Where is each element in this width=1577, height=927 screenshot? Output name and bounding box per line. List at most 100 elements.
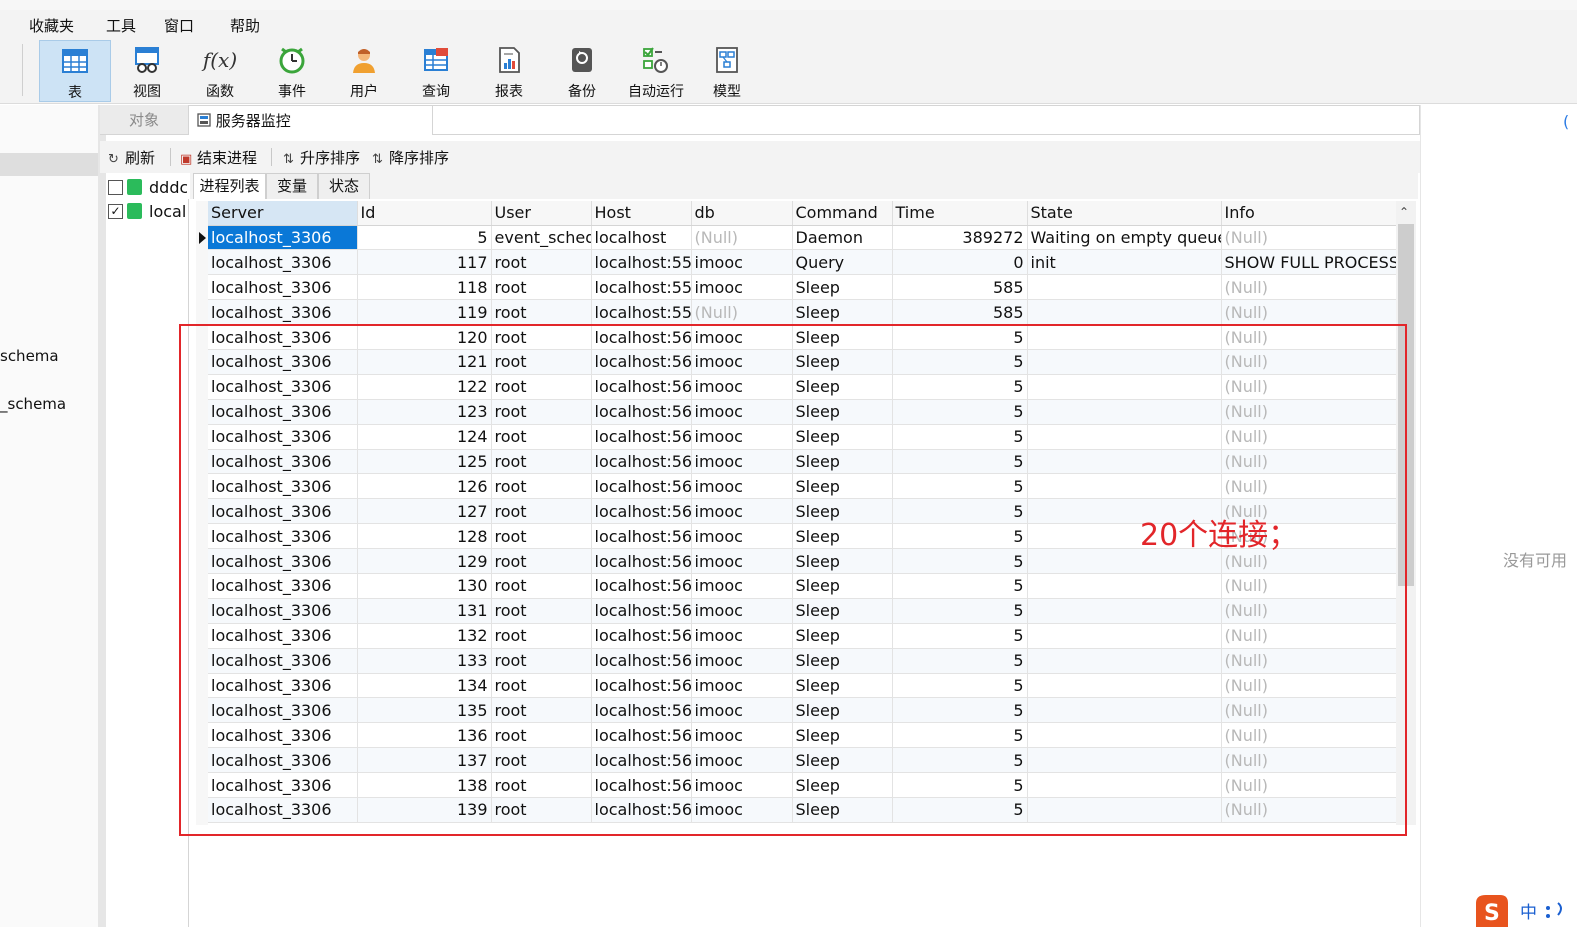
cell-server[interactable]: localhost_3306 <box>208 598 358 624</box>
cell-command[interactable]: Sleep <box>792 349 893 375</box>
cell-command[interactable]: Sleep <box>792 523 893 550</box>
cell-host[interactable]: localhost:569 <box>591 697 692 724</box>
cell-command[interactable]: Sleep <box>792 299 893 326</box>
cell-user[interactable]: root <box>491 623 592 649</box>
query-button[interactable]: 查询 <box>400 40 472 102</box>
cell-server[interactable]: localhost_3306 <box>208 623 358 649</box>
cell-time[interactable]: 5 <box>892 697 1028 724</box>
column-header-state[interactable]: State <box>1027 201 1222 226</box>
cell-user[interactable]: root <box>491 249 592 276</box>
cell-db[interactable]: (Null) <box>691 225 793 251</box>
scrollbar-thumb[interactable] <box>1398 224 1414 586</box>
cell-state[interactable] <box>1027 374 1222 400</box>
cell-db[interactable]: imooc <box>691 249 793 276</box>
cell-host[interactable]: localhost:569 <box>591 449 692 475</box>
cell-host[interactable]: localhost:558 <box>591 274 692 301</box>
cell-host[interactable]: localhost:569 <box>591 498 692 525</box>
cell-db[interactable]: imooc <box>691 548 793 574</box>
cell-info[interactable]: (Null) <box>1221 623 1397 649</box>
cell-server[interactable]: localhost_3306 <box>208 722 358 749</box>
cell-command[interactable]: Sleep <box>792 598 893 624</box>
cell-info[interactable]: (Null) <box>1221 772 1397 798</box>
cell-time[interactable]: 5 <box>892 523 1028 550</box>
cell-time[interactable]: 5 <box>892 399 1028 425</box>
cell-id[interactable]: 132 <box>357 623 492 649</box>
cell-time[interactable]: 5 <box>892 548 1028 574</box>
table-row[interactable]: localhost_3306137rootlocalhost:569imoocS… <box>208 747 1397 774</box>
cell-user[interactable]: root <box>491 673 592 699</box>
cell-id[interactable]: 134 <box>357 673 492 699</box>
cell-server[interactable]: localhost_3306 <box>208 399 358 425</box>
cell-command[interactable]: Sleep <box>792 772 893 798</box>
cell-command[interactable]: Sleep <box>792 573 893 599</box>
cell-host[interactable]: localhost:569 <box>591 648 692 674</box>
cell-state[interactable] <box>1027 299 1222 326</box>
cell-server[interactable]: localhost_3306 <box>208 772 358 798</box>
cell-db[interactable]: imooc <box>691 623 793 649</box>
cell-host[interactable]: localhost <box>591 225 692 251</box>
menu-help[interactable]: 帮助 <box>230 15 260 36</box>
table-row[interactable]: localhost_3306126rootlocalhost:569imoocS… <box>208 473 1397 500</box>
table-row[interactable]: localhost_3306138rootlocalhost:569imoocS… <box>208 772 1397 798</box>
cell-state[interactable] <box>1027 424 1222 450</box>
cell-host[interactable]: localhost:569 <box>591 797 692 823</box>
cell-state[interactable] <box>1027 722 1222 749</box>
column-header-db[interactable]: db <box>691 201 793 226</box>
cell-db[interactable]: imooc <box>691 722 793 749</box>
cell-command[interactable]: Daemon <box>792 225 893 251</box>
cell-host[interactable]: localhost:568 <box>591 324 692 350</box>
cell-time[interactable]: 5 <box>892 648 1028 674</box>
cell-time[interactable]: 5 <box>892 374 1028 400</box>
cell-user[interactable]: root <box>491 449 592 475</box>
cell-user[interactable]: event_schedu <box>491 225 592 251</box>
cell-id[interactable]: 135 <box>357 697 492 724</box>
cell-id[interactable]: 125 <box>357 449 492 475</box>
table-row[interactable]: localhost_3306121rootlocalhost:568imoocS… <box>208 349 1397 375</box>
table-row[interactable]: localhost_3306134rootlocalhost:569imoocS… <box>208 673 1397 699</box>
cell-info[interactable]: (Null) <box>1221 797 1397 823</box>
automation-button[interactable]: 自动运行 <box>619 40 693 102</box>
cell-db[interactable]: imooc <box>691 498 793 525</box>
cell-server[interactable]: localhost_3306 <box>208 548 358 574</box>
cell-id[interactable]: 138 <box>357 772 492 798</box>
cell-server[interactable]: localhost_3306 <box>208 498 358 525</box>
cell-time[interactable]: 5 <box>892 797 1028 823</box>
cell-info[interactable]: (Null) <box>1221 225 1397 251</box>
cell-user[interactable]: root <box>491 598 592 624</box>
cell-user[interactable]: root <box>491 374 592 400</box>
table-row[interactable]: localhost_3306125rootlocalhost:569imoocS… <box>208 449 1397 475</box>
cell-time[interactable]: 5 <box>892 623 1028 649</box>
cell-state[interactable] <box>1027 772 1222 798</box>
cell-server[interactable]: localhost_3306 <box>208 747 358 774</box>
cell-user[interactable]: root <box>491 324 592 350</box>
cell-info[interactable]: (Null) <box>1221 299 1397 326</box>
table-row[interactable]: localhost_3306131rootlocalhost:569imoocS… <box>208 598 1397 624</box>
cell-state[interactable] <box>1027 673 1222 699</box>
cell-db[interactable]: imooc <box>691 598 793 624</box>
cell-id[interactable]: 136 <box>357 722 492 749</box>
cell-command[interactable]: Sleep <box>792 274 893 301</box>
cell-db[interactable]: imooc <box>691 797 793 823</box>
cell-db[interactable]: imooc <box>691 399 793 425</box>
column-header-user[interactable]: User <box>491 201 592 226</box>
table-row[interactable]: localhost_3306139rootlocalhost:569imoocS… <box>208 797 1397 823</box>
menu-window[interactable]: 窗口 <box>164 15 194 36</box>
connection-checkbox[interactable] <box>108 180 123 195</box>
cell-db[interactable]: imooc <box>691 747 793 774</box>
sort-descending-button[interactable]: ⇅ 降序排序 <box>372 147 449 168</box>
cell-server[interactable]: localhost_3306 <box>208 673 358 699</box>
cell-host[interactable]: localhost:569 <box>591 673 692 699</box>
cell-command[interactable]: Sleep <box>792 548 893 574</box>
cell-db[interactable]: imooc <box>691 573 793 599</box>
cell-time[interactable]: 389272 <box>892 225 1028 251</box>
cell-db[interactable]: imooc <box>691 274 793 301</box>
cell-info[interactable]: (Null) <box>1221 697 1397 724</box>
cell-time[interactable]: 5 <box>892 747 1028 774</box>
cell-user[interactable]: root <box>491 274 592 301</box>
cell-user[interactable]: root <box>491 498 592 525</box>
cell-state[interactable] <box>1027 648 1222 674</box>
tab-objects[interactable]: 对象 <box>100 105 188 135</box>
cell-time[interactable]: 5 <box>892 772 1028 798</box>
cell-id[interactable]: 137 <box>357 747 492 774</box>
cell-state[interactable] <box>1027 697 1222 724</box>
